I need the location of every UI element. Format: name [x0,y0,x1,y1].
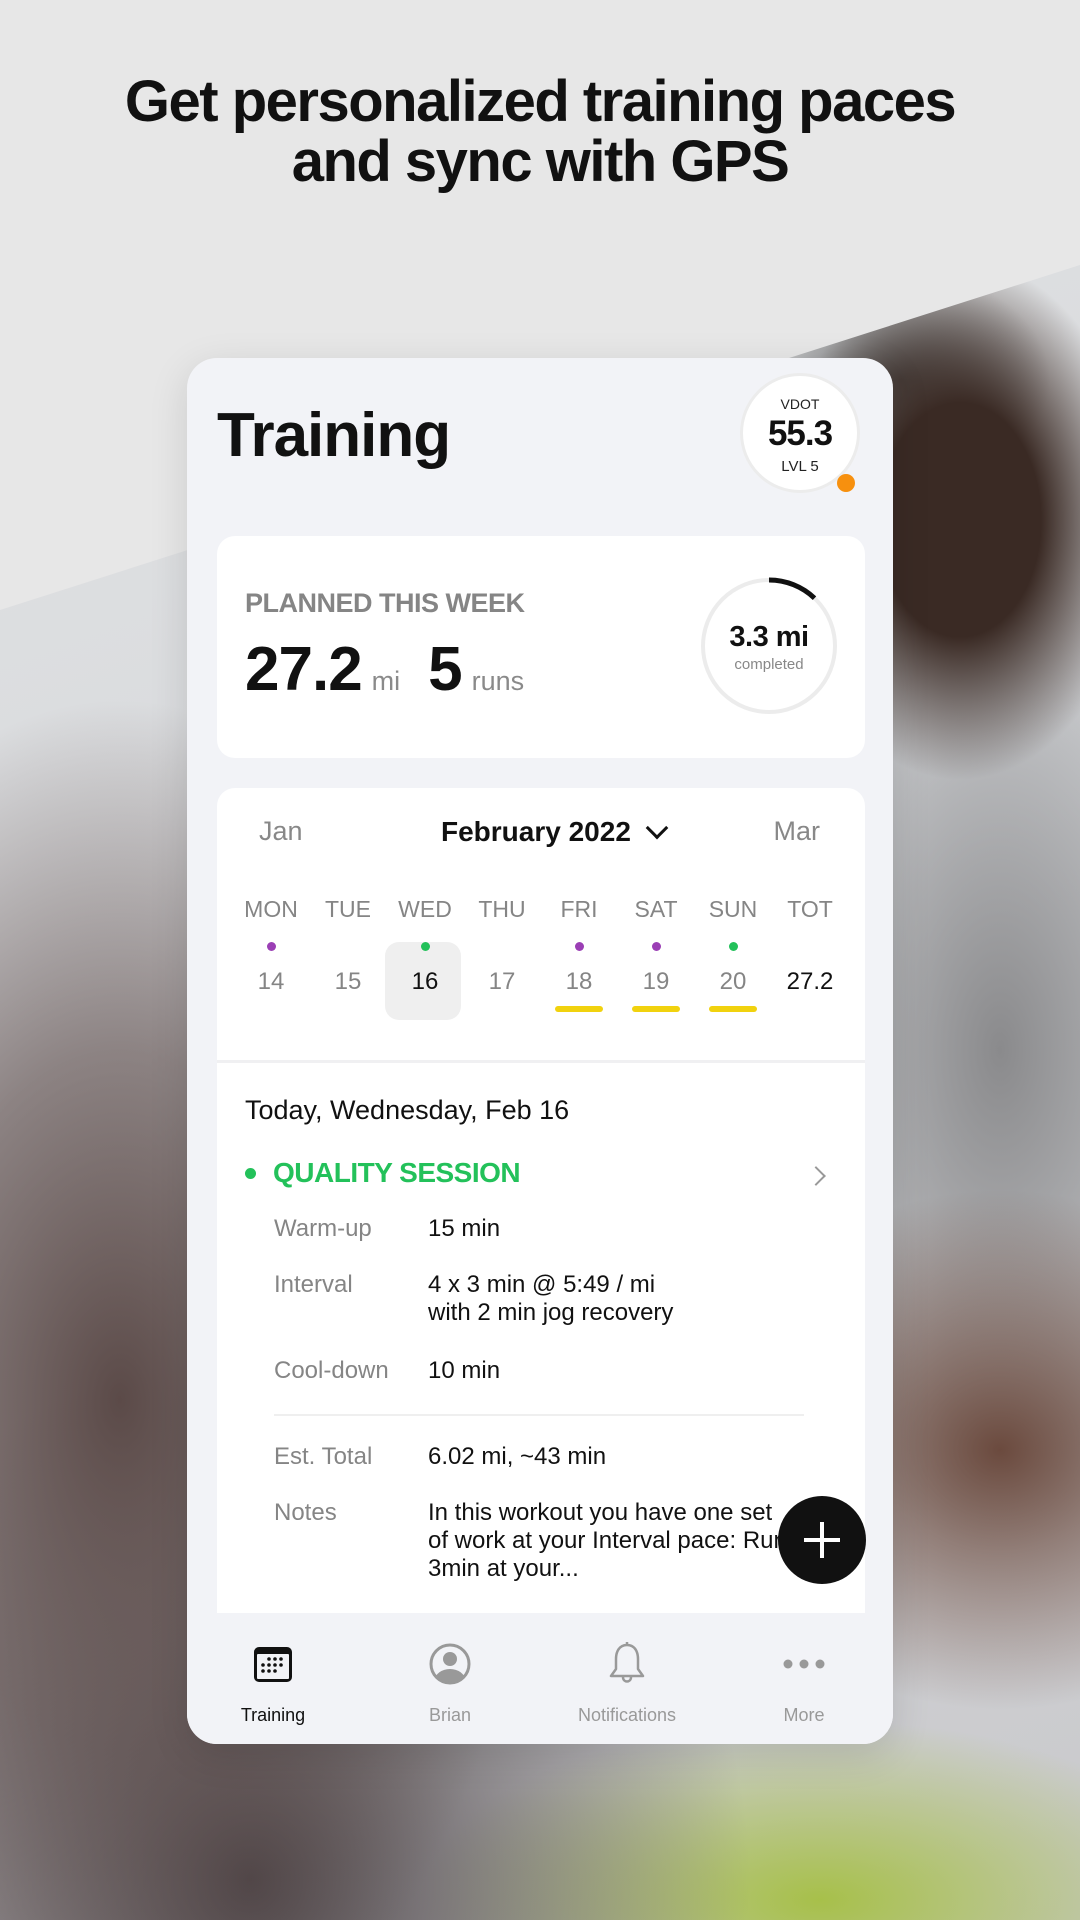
planned-underline [709,1006,757,1012]
page-title: Training [217,401,451,470]
session-type: QUALITY SESSION [273,1157,521,1188]
weekly-stats: 27.2 mi 5 runs [245,634,552,705]
tab-profile[interactable]: Brian [380,1639,520,1726]
tab-label: More [783,1705,825,1725]
bottom-tab-bar: Training Brian Notifications More [187,1613,893,1744]
day-name: FRI [560,896,598,922]
planned-runs: 5 [428,635,462,704]
more-icon [734,1639,874,1689]
app-screen: Training VDOT 55.3 LVL 5 PLANNED THIS WE… [187,358,893,1744]
row-label: Cool-down [274,1357,389,1384]
day-date: 15 [334,968,362,995]
next-month-button[interactable]: Mar [774,816,821,847]
day-wed[interactable]: WED 16 [387,896,463,996]
workout-dot-icon [420,942,430,951]
day-date: 17 [488,968,516,995]
chevron-down-icon [645,816,669,840]
completed-label: completed [734,656,804,673]
day-date: 16 [411,968,439,995]
profile-icon [380,1639,520,1689]
workout-dot-icon [344,942,353,951]
row-value: 6.02 mi, ~43 min [428,1443,607,1470]
day-name: THU [478,896,526,922]
prev-month-button[interactable]: Jan [259,816,303,847]
tab-label: Training [240,1705,306,1725]
month-selector[interactable]: February 2022 [441,816,669,848]
detail-divider [274,1414,804,1416]
day-mon[interactable]: MON 14 [233,896,309,996]
current-month: February 2022 [441,816,631,847]
row-label: Interval [274,1271,353,1298]
add-workout-button[interactable] [778,1496,866,1584]
day-name: TOT [787,896,833,922]
row-label: Est. Total [274,1443,373,1470]
day-name: TUE [325,896,371,922]
interval-line-2: with 2 min jog recovery [428,1299,674,1326]
total-value: 27.2 [786,968,834,995]
day-sat[interactable]: SAT 19 [618,896,694,1012]
day-date: 19 [642,968,670,995]
row-value: 15 min [428,1215,501,1242]
weekly-summary-heading: PLANNED THIS WEEK [245,588,525,618]
session-dot-icon [245,1167,256,1179]
row-label: Notes [274,1499,337,1526]
tab-label: Brian [428,1705,472,1725]
tab-label: Notifications [577,1705,677,1725]
completed-value: 3.3 mi [729,621,809,653]
day-name: SUN [708,896,758,922]
calendar-section: Jan February 2022 Mar MON 14 TUE 15 WED 16 THU… [217,788,865,1638]
day-tue[interactable]: TUE 15 [310,896,386,996]
bell-icon [557,1639,697,1689]
day-sun[interactable]: SUN 20 [695,896,771,1012]
weekly-summary-card[interactable]: PLANNED THIS WEEK 27.2 mi 5 runs 3.3 mi … [217,536,865,758]
tab-more[interactable]: More [734,1639,874,1726]
interval-line-1: 4 x 3 min @ 5:49 / mi [428,1271,656,1298]
planned-runs-unit: runs [471,666,525,696]
workout-dot-icon [728,942,738,951]
workout-dot-icon [651,942,661,951]
day-name: SAT [634,896,678,922]
row-value: 10 min [428,1357,501,1384]
workout-dot-icon [806,942,815,951]
completed-progress-ring: 3.3 mi completed [699,576,839,716]
tab-notifications[interactable]: Notifications [557,1639,697,1726]
row-label: Warm-up [274,1215,372,1242]
planned-underline [632,1006,680,1012]
tab-training[interactable]: Training [203,1639,343,1726]
session-header[interactable]: QUALITY SESSION [245,1157,521,1189]
month-navigation: Jan February 2022 Mar [217,816,865,856]
row-value: In this workout you have one set of work… [428,1499,787,1582]
headline-line-2: and sync with GPS [291,129,790,194]
week-total: TOT 27.2 [772,896,848,996]
vdot-indicator-dot [837,474,855,492]
headline-line-1: Get personalized training paces [124,69,957,134]
vdot-value: 55.3 [767,414,833,453]
chevron-right-icon[interactable] [806,1166,826,1186]
workout-dot-icon [574,942,584,951]
planned-distance-unit: mi [371,666,401,696]
day-name: MON [244,896,298,922]
day-date: 14 [257,968,285,995]
day-date: 18 [565,968,593,995]
workout-dot-icon [266,942,276,951]
day-thu[interactable]: THU 17 [464,896,540,996]
section-divider [217,1060,865,1063]
day-fri[interactable]: FRI 18 [541,896,617,1012]
planned-underline [555,1006,603,1012]
workout-dot-icon [498,942,507,951]
row-value: 4 x 3 min @ 5:49 / mi with 2 min jog rec… [428,1271,848,1327]
vdot-level: LVL 5 [781,458,819,475]
planned-distance: 27.2 [245,635,363,704]
calendar-icon [203,1639,343,1689]
vdot-label: VDOT [780,396,820,412]
vdot-badge[interactable]: VDOT 55.3 LVL 5 [740,373,860,493]
promo-headline: Get personalized training paces and sync… [0,72,1080,192]
day-name: WED [398,896,452,922]
day-date: 20 [719,968,747,995]
workout-date: Today, Wednesday, Feb 16 [245,1095,570,1125]
